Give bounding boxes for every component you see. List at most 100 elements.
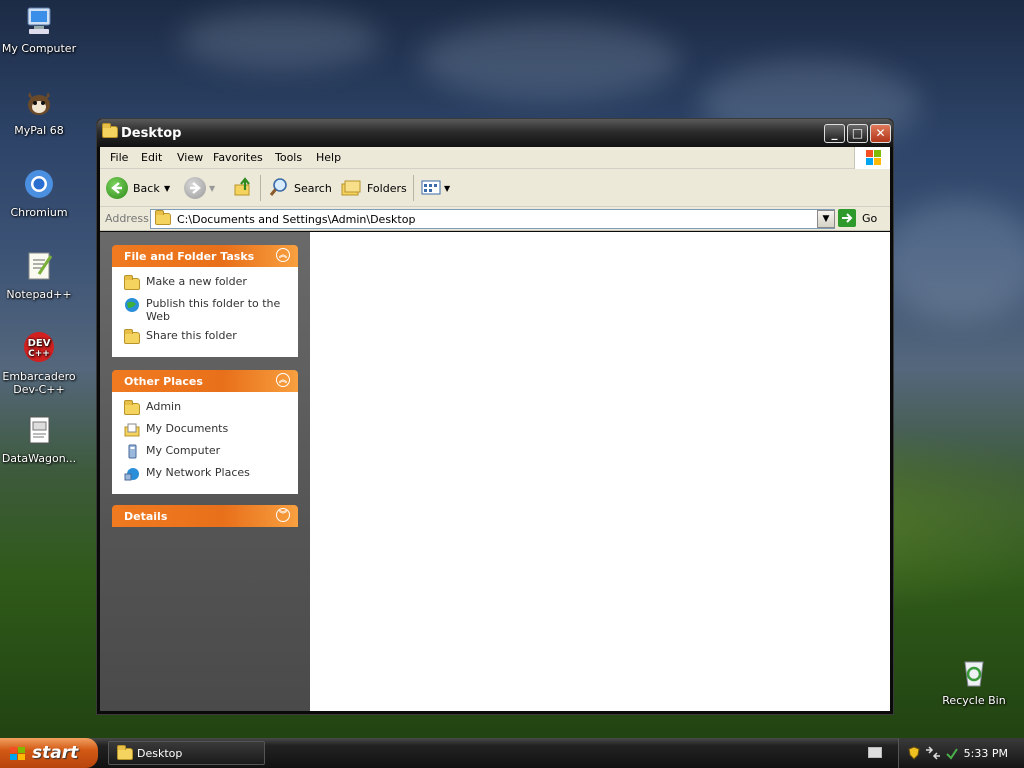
forward-button[interactable]: ▼ [184,175,215,201]
task-publish-to-web[interactable]: Publish this folder to the Web [124,297,292,323]
menu-bar: File Edit View Favorites Tools Help [100,147,890,169]
panel-header[interactable]: Other Places ︽ [112,370,298,392]
desktop-icon-label: Chromium [10,206,68,219]
panel-title: Details [124,510,168,523]
back-arrow-icon [106,177,128,199]
maximize-button[interactable]: □ [847,124,868,143]
network-tray-icon[interactable] [925,746,941,763]
wallpaper-cloud [880,200,1024,320]
panel-body: Make a new folder Publish this folder to… [112,267,298,357]
toolbar-separator [260,175,261,201]
task-pane: File and Folder Tasks ︽ Make a new folde… [100,232,310,711]
toolbar-separator [413,175,414,201]
menu-tools[interactable]: Tools [275,151,302,164]
folder-icon [102,123,118,142]
window-titlebar[interactable]: Desktop _ □ ✕ [97,119,893,147]
svg-text:DEV: DEV [28,338,51,349]
back-label: Back [133,181,160,195]
task-make-new-folder[interactable]: Make a new folder [124,275,292,291]
desktop-icon-label: Embarcadero Dev-C++ [2,370,76,396]
computer-icon [22,4,56,38]
mypal-icon [22,86,56,120]
desktop-icon-notepadpp[interactable]: Notepad++ [0,250,78,301]
new-folder-icon [124,275,140,291]
folders-icon [340,176,362,201]
windows-flag-icon [10,746,26,760]
folder-icon [124,400,140,416]
address-label: Address [105,212,149,225]
menu-favorites[interactable]: Favorites [213,151,263,164]
notepadpp-icon [22,250,56,284]
collapse-chevron-icon[interactable]: ︽ [276,248,290,262]
safely-remove-icon[interactable] [945,746,959,763]
menu-view[interactable]: View [177,151,203,164]
desktop-icon-label: Notepad++ [6,288,72,301]
address-value: C:\Documents and Settings\Admin\Desktop [177,212,416,226]
expand-chevron-icon[interactable]: ︾ [276,508,290,522]
shared-folder-icon [124,329,140,345]
address-input[interactable]: C:\Documents and Settings\Admin\Desktop … [150,209,835,229]
panel-title: File and Folder Tasks [124,250,255,263]
explorer-window[interactable]: Desktop _ □ ✕ File Edit View Favorites T… [96,118,894,715]
desktop-icon-datawagon[interactable]: DataWagon... [0,414,78,465]
folders-button[interactable]: Folders [340,175,407,201]
system-tray: 5:33 PM [898,738,1024,768]
other-places-panel: Other Places ︽ Admin My Documents My Com… [112,370,298,494]
security-shield-icon[interactable] [907,746,921,763]
search-label: Search [294,181,332,195]
place-my-documents[interactable]: My Documents [124,422,292,438]
documents-folder-icon [124,422,140,438]
start-button[interactable]: start [0,738,98,768]
taskbar: start Desktop 5:33 PM [0,738,1024,768]
minimize-button[interactable]: _ [824,124,845,143]
start-label: start [32,743,79,763]
collapse-chevron-icon[interactable]: ︽ [276,373,290,387]
close-button[interactable]: ✕ [870,124,891,143]
desktop-icon-label: Recycle Bin [942,694,1006,707]
views-button[interactable]: ▼ [420,175,450,201]
globe-icon [124,297,140,313]
go-arrow-icon [838,209,856,227]
desktop-icon-label: My Computer [1,42,77,55]
go-button[interactable]: Go [838,209,877,227]
file-folder-tasks-panel: File and Folder Tasks ︽ Make a new folde… [112,245,298,357]
network-icon [124,466,140,482]
panel-header[interactable]: File and Folder Tasks ︽ [112,245,298,267]
views-icon [420,176,442,201]
folder-icon [117,745,133,763]
task-share-folder[interactable]: Share this folder [124,329,292,345]
desktop-icon-devcpp[interactable]: DEV C++ Embarcadero Dev-C++ [0,332,78,396]
search-button[interactable]: Search [268,175,332,201]
panel-header[interactable]: Details ︾ [112,505,298,527]
address-dropdown-button[interactable]: ▼ [817,210,835,228]
menu-file[interactable]: File [110,151,128,164]
taskbar-item-desktop[interactable]: Desktop [108,741,265,765]
place-my-network-places[interactable]: My Network Places [124,466,292,482]
address-bar: Address C:\Documents and Settings\Admin\… [100,207,890,231]
devcpp-icon: DEV C++ [22,332,56,366]
menu-help[interactable]: Help [316,151,341,164]
desktop-icon-label: MyPal 68 [14,124,64,137]
panel-title: Other Places [124,375,203,388]
menu-edit[interactable]: Edit [141,151,162,164]
taskbar-item-label: Desktop [137,746,183,760]
desktop-icon-recycle-bin[interactable]: Recycle Bin [935,656,1013,707]
desktop-icon-chromium[interactable]: Chromium [0,168,78,219]
search-icon [268,176,290,201]
place-my-computer[interactable]: My Computer [124,444,292,460]
keyboard-icon[interactable] [868,747,882,758]
back-button[interactable]: Back [106,175,160,201]
desktop-icon-my-computer[interactable]: My Computer [0,4,78,55]
desktop-icon-mypal[interactable]: MyPal 68 [0,86,78,137]
back-dropdown-button[interactable]: ▼ [164,175,170,201]
window-title: Desktop [121,126,182,141]
up-folder-button[interactable] [232,175,254,201]
up-folder-icon [232,176,254,201]
panel-body: Admin My Documents My Computer My Networ… [112,392,298,494]
desktop-icon-label: DataWagon... [1,452,77,465]
clock[interactable]: 5:33 PM [964,747,1008,760]
forward-arrow-icon [184,177,206,199]
place-admin[interactable]: Admin [124,400,292,416]
file-list-area[interactable] [310,232,890,711]
computer-icon [124,444,140,460]
